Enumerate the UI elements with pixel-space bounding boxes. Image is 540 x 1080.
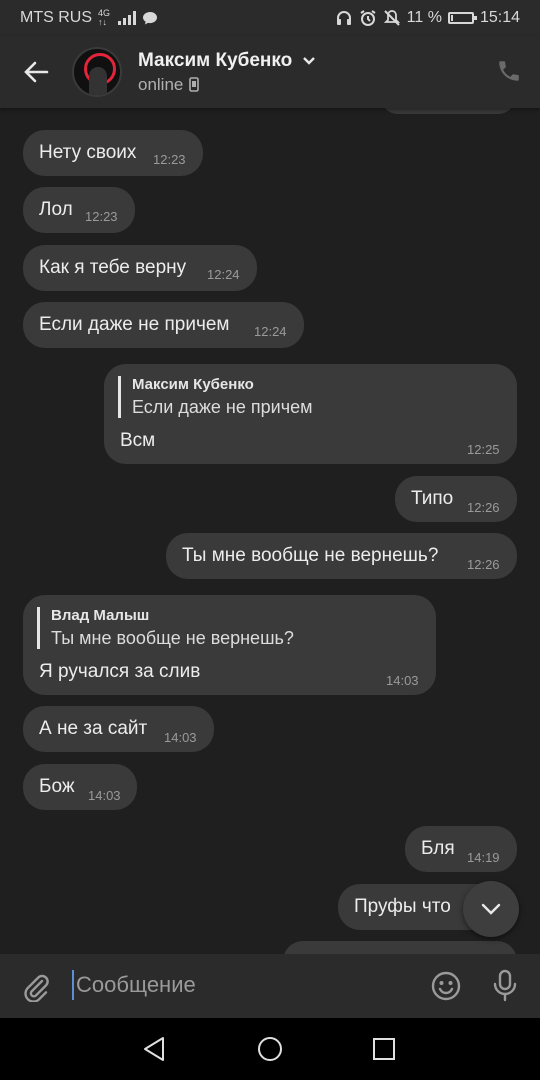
system-nav-bar — [0, 1018, 540, 1080]
back-button[interactable] — [0, 59, 72, 85]
message-time: 14:03 — [164, 730, 197, 745]
message-input[interactable]: Сообщение — [72, 970, 196, 1000]
scroll-down-button[interactable] — [463, 881, 519, 937]
contact-status-row: online — [138, 75, 316, 95]
message-text: Если даже не причем — [39, 314, 230, 335]
message-time: 12:26 — [467, 557, 500, 572]
avatar[interactable] — [72, 47, 122, 97]
message-time: 12:23 — [85, 209, 118, 224]
message-time: 12:24 — [254, 324, 287, 339]
message-bubble[interactable]: Если даже не причем 12:24 — [23, 302, 304, 348]
message-bubble[interactable]: Типо 12:26 — [395, 476, 517, 522]
alarm-icon — [360, 10, 376, 26]
message-composer: Сообщение — [0, 954, 540, 1018]
headphones-icon — [336, 11, 351, 25]
message-time: 12:23 — [153, 152, 186, 167]
chevron-down-icon — [302, 56, 315, 65]
message-text: Бля — [421, 838, 455, 859]
message-text: Всм — [120, 430, 156, 451]
message-text: Бож — [39, 776, 75, 797]
message-time: 14:03 — [386, 673, 419, 688]
microphone-icon[interactable] — [490, 969, 520, 1003]
signal-icon — [118, 11, 137, 25]
message-time: 12:24 — [207, 267, 240, 282]
contact-status: online — [138, 74, 184, 94]
nav-home-icon[interactable] — [257, 1036, 283, 1062]
message-bubble[interactable]: Бля 14:19 — [405, 826, 517, 872]
message-text: Пруфы что — [354, 896, 451, 917]
network-type: 4G ↑↓ — [98, 8, 111, 27]
message-time: 12:26 — [467, 500, 500, 515]
status-right: 11 % 15:14 — [335, 9, 520, 27]
message-list[interactable]: Нету своих 12:23 Лол 12:23 Как я тебе ве… — [0, 108, 540, 954]
message-icon — [143, 12, 158, 25]
message-bubble[interactable]: Лол 12:23 — [23, 187, 135, 233]
reply-quote[interactable]: Влад Малыш Ты мне вообще не вернешь? — [37, 607, 294, 649]
status-left: MTS RUS 4G ↑↓ — [20, 9, 158, 27]
message-bubble-partial — [283, 941, 517, 954]
mute-icon — [383, 10, 400, 26]
chat-header: Максим Кубенко online — [0, 36, 540, 108]
nav-recents-icon[interactable] — [373, 1038, 395, 1060]
message-bubble[interactable]: Нету своих 12:23 — [23, 130, 203, 176]
message-bubble[interactable]: А не за сайт 14:03 — [23, 706, 214, 752]
status-bar: MTS RUS 4G ↑↓ 11 % 15:14 — [0, 0, 540, 36]
message-time: 12:25 — [467, 442, 500, 457]
mobile-device-icon — [189, 77, 200, 92]
reply-author: Максим Кубенко — [132, 376, 254, 393]
carrier-label: MTS RUS — [20, 9, 92, 26]
message-text: Лол — [39, 199, 73, 220]
message-bubble-with-reply[interactable]: Максим Кубенко Если даже не причем Всм 1… — [104, 364, 517, 464]
nav-back-icon[interactable] — [142, 1036, 166, 1062]
reply-quote[interactable]: Максим Кубенко Если даже не причем — [118, 376, 312, 418]
contact-name: Максим Кубенко — [138, 49, 293, 71]
message-bubble[interactable]: Бож 14:03 — [23, 764, 137, 810]
back-arrow-icon — [24, 61, 49, 83]
reply-text: Ты мне вообще не вернешь? — [51, 628, 294, 648]
chevron-down-icon — [481, 903, 501, 915]
battery-icon — [447, 12, 477, 24]
contact-info[interactable]: Максим Кубенко online — [138, 50, 316, 95]
message-text: Нету своих — [39, 142, 137, 163]
message-time: 14:03 — [88, 788, 121, 803]
battery-percent: 11 % — [406, 9, 442, 26]
message-text: Ты мне вообще не вернешь? — [182, 545, 439, 566]
reply-text: Если даже не причем — [132, 397, 313, 417]
message-bubble[interactable]: Ты мне вообще не вернешь? 12:26 — [166, 533, 517, 579]
message-text: Я ручался за слив — [39, 661, 201, 682]
reply-author: Влад Малыш — [51, 607, 150, 624]
message-text: Типо — [411, 488, 454, 509]
clock: 15:14 — [479, 9, 520, 26]
emoji-icon[interactable] — [430, 970, 462, 1002]
message-time: 14:19 — [467, 850, 500, 865]
message-bubble-partial — [380, 108, 516, 114]
phone-icon[interactable] — [496, 58, 522, 84]
message-text: А не за сайт — [39, 718, 148, 739]
message-bubble[interactable]: Как я тебе верну 12:24 — [23, 245, 257, 291]
contact-name-row: Максим Кубенко — [138, 50, 316, 72]
message-bubble-with-reply[interactable]: Влад Малыш Ты мне вообще не вернешь? Я р… — [23, 595, 436, 695]
message-text: Как я тебе верну — [39, 257, 187, 278]
attach-icon[interactable] — [22, 972, 50, 1002]
